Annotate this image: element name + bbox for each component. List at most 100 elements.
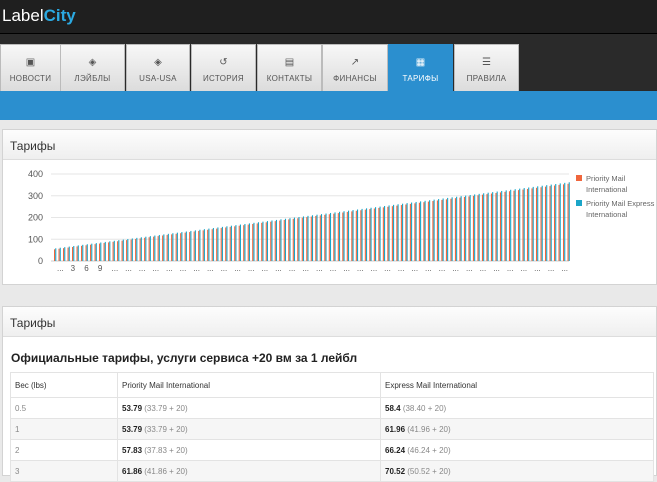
bar-priority bbox=[378, 207, 380, 261]
bar-priority bbox=[391, 206, 393, 261]
bar-priority bbox=[508, 191, 511, 261]
bar-express bbox=[541, 185, 543, 261]
tab-contacts[interactable]: ▤ КОНТАКТЫ bbox=[257, 44, 322, 91]
bar-priority bbox=[382, 207, 384, 261]
bar-express bbox=[77, 245, 79, 261]
weight-cell: 2 bbox=[10, 439, 118, 461]
bar-express bbox=[438, 199, 440, 261]
tab-history[interactable]: ↺ ИСТОРИЯ bbox=[191, 44, 256, 91]
tab-usa-usa[interactable]: ◈ USA-USA bbox=[126, 44, 190, 91]
bar-express bbox=[262, 221, 264, 261]
bar-priority bbox=[342, 212, 344, 261]
bar-priority bbox=[265, 222, 267, 261]
bar-priority bbox=[121, 240, 123, 261]
table-icon: ▦ bbox=[415, 57, 426, 68]
x-tick-label: ... bbox=[548, 264, 555, 273]
bar-priority bbox=[112, 241, 114, 261]
bar-express bbox=[307, 215, 309, 261]
column-header: Priority Mail International bbox=[117, 372, 381, 398]
bar-express bbox=[460, 196, 462, 261]
y-tick-label: 300 bbox=[28, 191, 43, 201]
bar-priority bbox=[288, 219, 290, 261]
bar-express bbox=[532, 186, 534, 261]
bar-priority bbox=[337, 213, 339, 261]
x-tick-label: ... bbox=[57, 264, 64, 273]
bar-priority bbox=[409, 203, 411, 261]
tariff-chart: 0 100 200 300 400... 3 6 9.....................… bbox=[28, 169, 570, 273]
bar-priority bbox=[522, 189, 524, 261]
bar-priority bbox=[423, 202, 425, 261]
tab-news[interactable]: ▣ НОВОСТИ bbox=[0, 44, 61, 91]
x-tick-label: ... bbox=[384, 264, 391, 273]
bar-express bbox=[230, 225, 232, 261]
bar-express bbox=[496, 191, 498, 261]
bar-express bbox=[429, 200, 431, 261]
bar-express bbox=[447, 197, 449, 261]
bar-priority bbox=[459, 197, 461, 261]
tab-label: ФИНАНСЫ bbox=[333, 74, 377, 83]
tab-rules[interactable]: ☰ ПРАВИЛА bbox=[454, 44, 519, 91]
priority-cell: 53.79 (33.79 + 20) bbox=[117, 418, 381, 440]
bar-priority bbox=[432, 201, 434, 261]
bar-express bbox=[68, 246, 70, 261]
x-tick-label: ... bbox=[275, 264, 282, 273]
main-nav: ▣ НОВОСТИ ◈ ЛЭЙБЛЫ ◈ USA-USA ↺ ИСТОРИЯ ▤… bbox=[0, 34, 657, 91]
x-tick-label: ... bbox=[398, 264, 405, 273]
tab-finance[interactable]: ↗ ФИНАНСЫ bbox=[322, 44, 388, 91]
bar-priority bbox=[504, 191, 506, 261]
bar-priority bbox=[252, 224, 254, 261]
bar-express bbox=[514, 189, 516, 261]
bar-priority bbox=[517, 190, 520, 261]
table-row: 1 53.79 (33.79 + 20) 61.96 (41.96 + 20) bbox=[10, 418, 654, 440]
bar-priority bbox=[103, 242, 105, 261]
bar-express bbox=[325, 213, 327, 261]
y-tick-label: 100 bbox=[28, 234, 43, 244]
tab-tariffs[interactable]: ▦ ТАРИФЫ bbox=[388, 44, 453, 91]
column-header: Вес (lbs) bbox=[10, 372, 118, 398]
bar-express bbox=[469, 195, 471, 261]
bar-priority bbox=[567, 183, 569, 261]
bar-express bbox=[537, 186, 539, 261]
bar-express bbox=[393, 204, 395, 261]
x-tick-label: ... bbox=[343, 264, 350, 273]
bar-priority bbox=[157, 236, 159, 261]
bar-express bbox=[375, 207, 377, 261]
bar-priority bbox=[477, 195, 479, 261]
bar-express bbox=[356, 209, 359, 261]
bar-express bbox=[167, 233, 169, 261]
bar-express bbox=[528, 187, 530, 261]
bar-priority bbox=[427, 201, 429, 261]
x-tick-label: ... bbox=[261, 264, 268, 273]
tab-label: НОВОСТИ bbox=[9, 74, 52, 83]
legend-swatch bbox=[576, 200, 582, 206]
tab-labels[interactable]: ◈ ЛЭЙБЛЫ bbox=[60, 44, 125, 91]
bar-priority bbox=[351, 211, 353, 261]
bar-express bbox=[199, 229, 201, 261]
bar-priority bbox=[247, 224, 249, 261]
bar-priority bbox=[243, 225, 245, 261]
bar-express bbox=[519, 188, 521, 261]
bar-priority bbox=[135, 238, 137, 261]
bar-express bbox=[59, 247, 61, 261]
bar-express bbox=[478, 193, 480, 261]
bar-express bbox=[154, 235, 156, 261]
bar-express bbox=[190, 230, 192, 261]
legend-swatch bbox=[576, 175, 582, 181]
table-row: 0.5 53.79 (33.79 + 20) 58.4 (38.40 + 20) bbox=[10, 397, 654, 419]
bar-express bbox=[122, 239, 124, 261]
bar-priority bbox=[54, 249, 56, 261]
bar-express bbox=[73, 245, 75, 261]
bar-express bbox=[257, 222, 259, 261]
app-logo[interactable]: LabelCity bbox=[2, 6, 76, 26]
sub-header-bar bbox=[0, 91, 657, 120]
bar-priority bbox=[405, 204, 407, 261]
x-tick-label: ... bbox=[480, 264, 487, 273]
bar-express bbox=[136, 237, 138, 261]
bar-priority bbox=[499, 192, 502, 261]
bar-express bbox=[366, 208, 368, 261]
table-row: 3 61.86 (41.86 + 20) 70.52 (50.52 + 20) bbox=[10, 460, 654, 482]
bar-express bbox=[397, 204, 399, 261]
bar-priority bbox=[306, 217, 308, 261]
bar-express bbox=[411, 202, 413, 261]
bar-express bbox=[280, 219, 282, 261]
